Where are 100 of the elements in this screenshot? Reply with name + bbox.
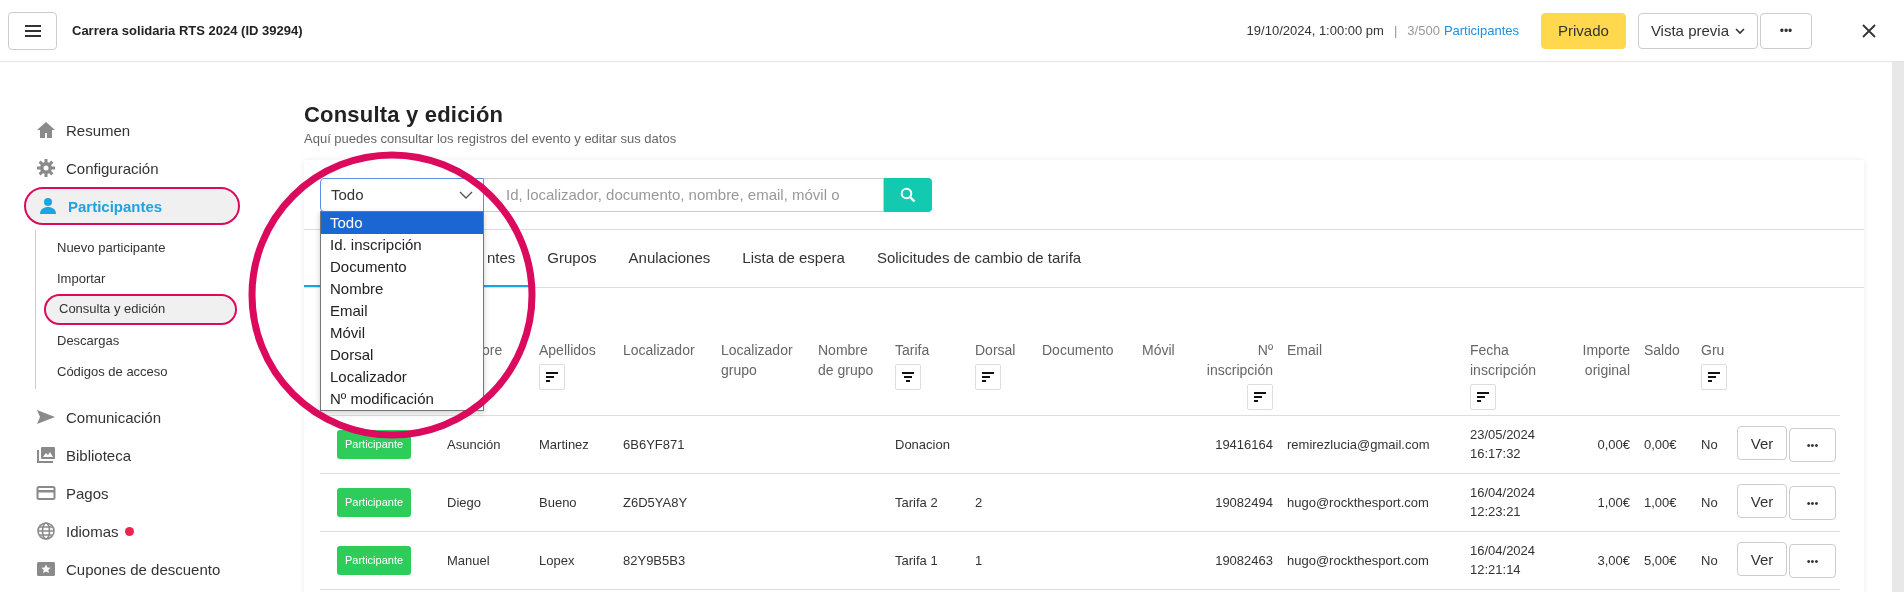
table-cell: Tarifa 1 — [895, 552, 938, 568]
dropdown-option[interactable]: Id. inscripción — [321, 234, 483, 256]
search-field[interactable]: Id, localizador, documento, nombre, email, móvil o — [484, 177, 884, 212]
table-cell: 5,00€ — [1644, 552, 1677, 568]
dropdown-option[interactable]: Nombre — [321, 278, 483, 300]
column-header: Importe original — [1581, 341, 1630, 380]
close-icon[interactable] — [1862, 23, 1876, 38]
table-cell: 1,00€ — [1644, 494, 1677, 510]
sidebar-icon — [38, 196, 58, 216]
sort-icon — [982, 372, 994, 382]
sidebar-icon — [36, 559, 56, 579]
table-cell: Martinez — [539, 436, 589, 452]
sidebar-label: Pagos — [66, 484, 109, 502]
sidebar-subitem[interactable]: Nuevo participante — [36, 232, 237, 263]
more-button[interactable]: ••• — [1789, 427, 1836, 462]
column-header: Saldo — [1644, 341, 1680, 360]
sidebar-item[interactable]: Configuración — [24, 149, 240, 187]
sort-button[interactable] — [1247, 384, 1273, 410]
dropdown-option[interactable]: Documento — [321, 256, 483, 278]
view-button[interactable]: Ver — [1737, 426, 1787, 461]
sidebar-subitem[interactable]: Importar — [36, 263, 237, 294]
table-cell: No — [1701, 552, 1718, 568]
sidebar-icon — [36, 407, 56, 427]
tab[interactable]: Anulaciones — [612, 230, 727, 287]
table-cell: 19416164 — [1215, 436, 1273, 452]
table-cell: 23/05/2024 16:17:32 — [1470, 427, 1536, 461]
sidebar-item[interactable]: Pagos — [24, 474, 240, 512]
column-header: Localizador grupo — [721, 341, 794, 380]
menu-icon — [24, 24, 41, 37]
sort-button[interactable] — [1701, 364, 1727, 390]
caret-icon — [1735, 27, 1745, 34]
sort-button[interactable] — [539, 364, 565, 390]
sidebar-item[interactable]: Idiomas — [24, 512, 240, 550]
column-header: Apellidos — [539, 341, 596, 360]
sidebar-item[interactable]: Cupones de descuento — [24, 550, 240, 588]
table-cell: 1 — [975, 552, 983, 568]
menu-button[interactable] — [8, 11, 57, 50]
sidebar-icon — [36, 120, 56, 140]
scrollbar[interactable] — [1892, 62, 1904, 592]
table-cell: 19082463 — [1215, 552, 1273, 568]
filter-button[interactable] — [895, 364, 921, 390]
table-cell: 1,00€ — [1597, 494, 1630, 510]
page-title: Consulta y edición — [304, 102, 505, 128]
participants-link[interactable]: Participantes — [1443, 23, 1520, 38]
tab[interactable]: Lista de espera — [726, 230, 861, 287]
sidebar-label: Comunicación — [66, 408, 162, 426]
event-date: 19/10/2024, 1:00:00 pm — [1246, 23, 1384, 38]
sort-button[interactable] — [1470, 384, 1496, 410]
table-cell: 0,00€ — [1644, 436, 1677, 452]
table-cell: No — [1701, 494, 1718, 510]
sidebar-label: Resumen — [66, 121, 131, 139]
table-cell: 16/04/2024 12:23:21 — [1470, 485, 1536, 519]
sidebar-label: Biblioteca — [66, 446, 132, 464]
sort-button[interactable] — [975, 364, 1001, 390]
tab[interactable]: Solicitudes de cambio de tarifa — [860, 230, 1098, 287]
column-header: Email — [1287, 341, 1322, 360]
sidebar-item[interactable]: Comunicación — [24, 398, 240, 436]
table-cell: remirezlucia@gmail.com — [1287, 436, 1430, 452]
filter-icon — [902, 372, 914, 382]
view-button[interactable]: Ver — [1737, 542, 1787, 577]
table-cell: Asunción — [447, 436, 501, 452]
sidebar-item[interactable]: Biblioteca — [24, 436, 240, 474]
column-header: Dorsal — [975, 341, 1016, 360]
sidebar-subitem[interactable]: Consulta y edición — [44, 294, 237, 325]
sidebar-item[interactable]: Resumen — [24, 111, 240, 149]
view-button[interactable]: Ver — [1737, 484, 1787, 519]
sidebar-label: Configuración — [66, 159, 159, 177]
dropdown-option[interactable]: Móvil — [321, 322, 483, 344]
status-badge: Participante — [337, 487, 412, 517]
private-button[interactable]: Privado — [1541, 12, 1626, 49]
sidebar-icon — [36, 158, 56, 178]
participant-count: 3/500 — [1407, 23, 1440, 38]
table-cell: 0,00€ — [1597, 436, 1630, 452]
page-subtitle: Aquí puedes consultar los registros del evento y editar sus datos — [304, 131, 678, 146]
status-badge: Participante — [337, 545, 412, 575]
column-header: Fecha inscripción — [1470, 341, 1538, 380]
sort-icon — [546, 372, 558, 382]
table-cell: hugo@rockthesport.com — [1287, 494, 1429, 510]
dropdown-option[interactable]: Localizador — [321, 366, 483, 388]
event-title: Carrera solidaria RTS 2024 (ID 39294) — [72, 23, 303, 38]
dropdown-option[interactable]: Nº modificación — [321, 388, 483, 410]
more-button[interactable]: ••• — [1760, 12, 1812, 49]
table-cell: Manuel — [447, 552, 490, 568]
dropdown-option[interactable]: Todo — [321, 212, 483, 234]
sidebar-subitem[interactable]: Descargas — [36, 325, 237, 356]
tab[interactable]: Grupos — [531, 230, 613, 287]
table-cell: hugo@rockthesport.com — [1287, 552, 1429, 568]
more-button[interactable]: ••• — [1789, 485, 1836, 520]
table-cell: Lopex — [539, 552, 575, 568]
dropdown-option[interactable]: Email — [321, 300, 483, 322]
dropdown-option[interactable]: Dorsal — [321, 344, 483, 366]
more-button[interactable]: ••• — [1789, 543, 1836, 578]
column-header: Documento — [1042, 341, 1114, 360]
preview-dropdown[interactable]: Vista previa — [1637, 12, 1758, 49]
column-header: Localizador — [623, 341, 695, 360]
table-cell: Tarifa 2 — [895, 494, 938, 510]
column-header: Móvil — [1142, 341, 1175, 360]
sort-icon — [1477, 392, 1489, 402]
sidebar-icon — [36, 483, 56, 503]
sidebar-subitem[interactable]: Códigos de acceso — [36, 356, 237, 387]
